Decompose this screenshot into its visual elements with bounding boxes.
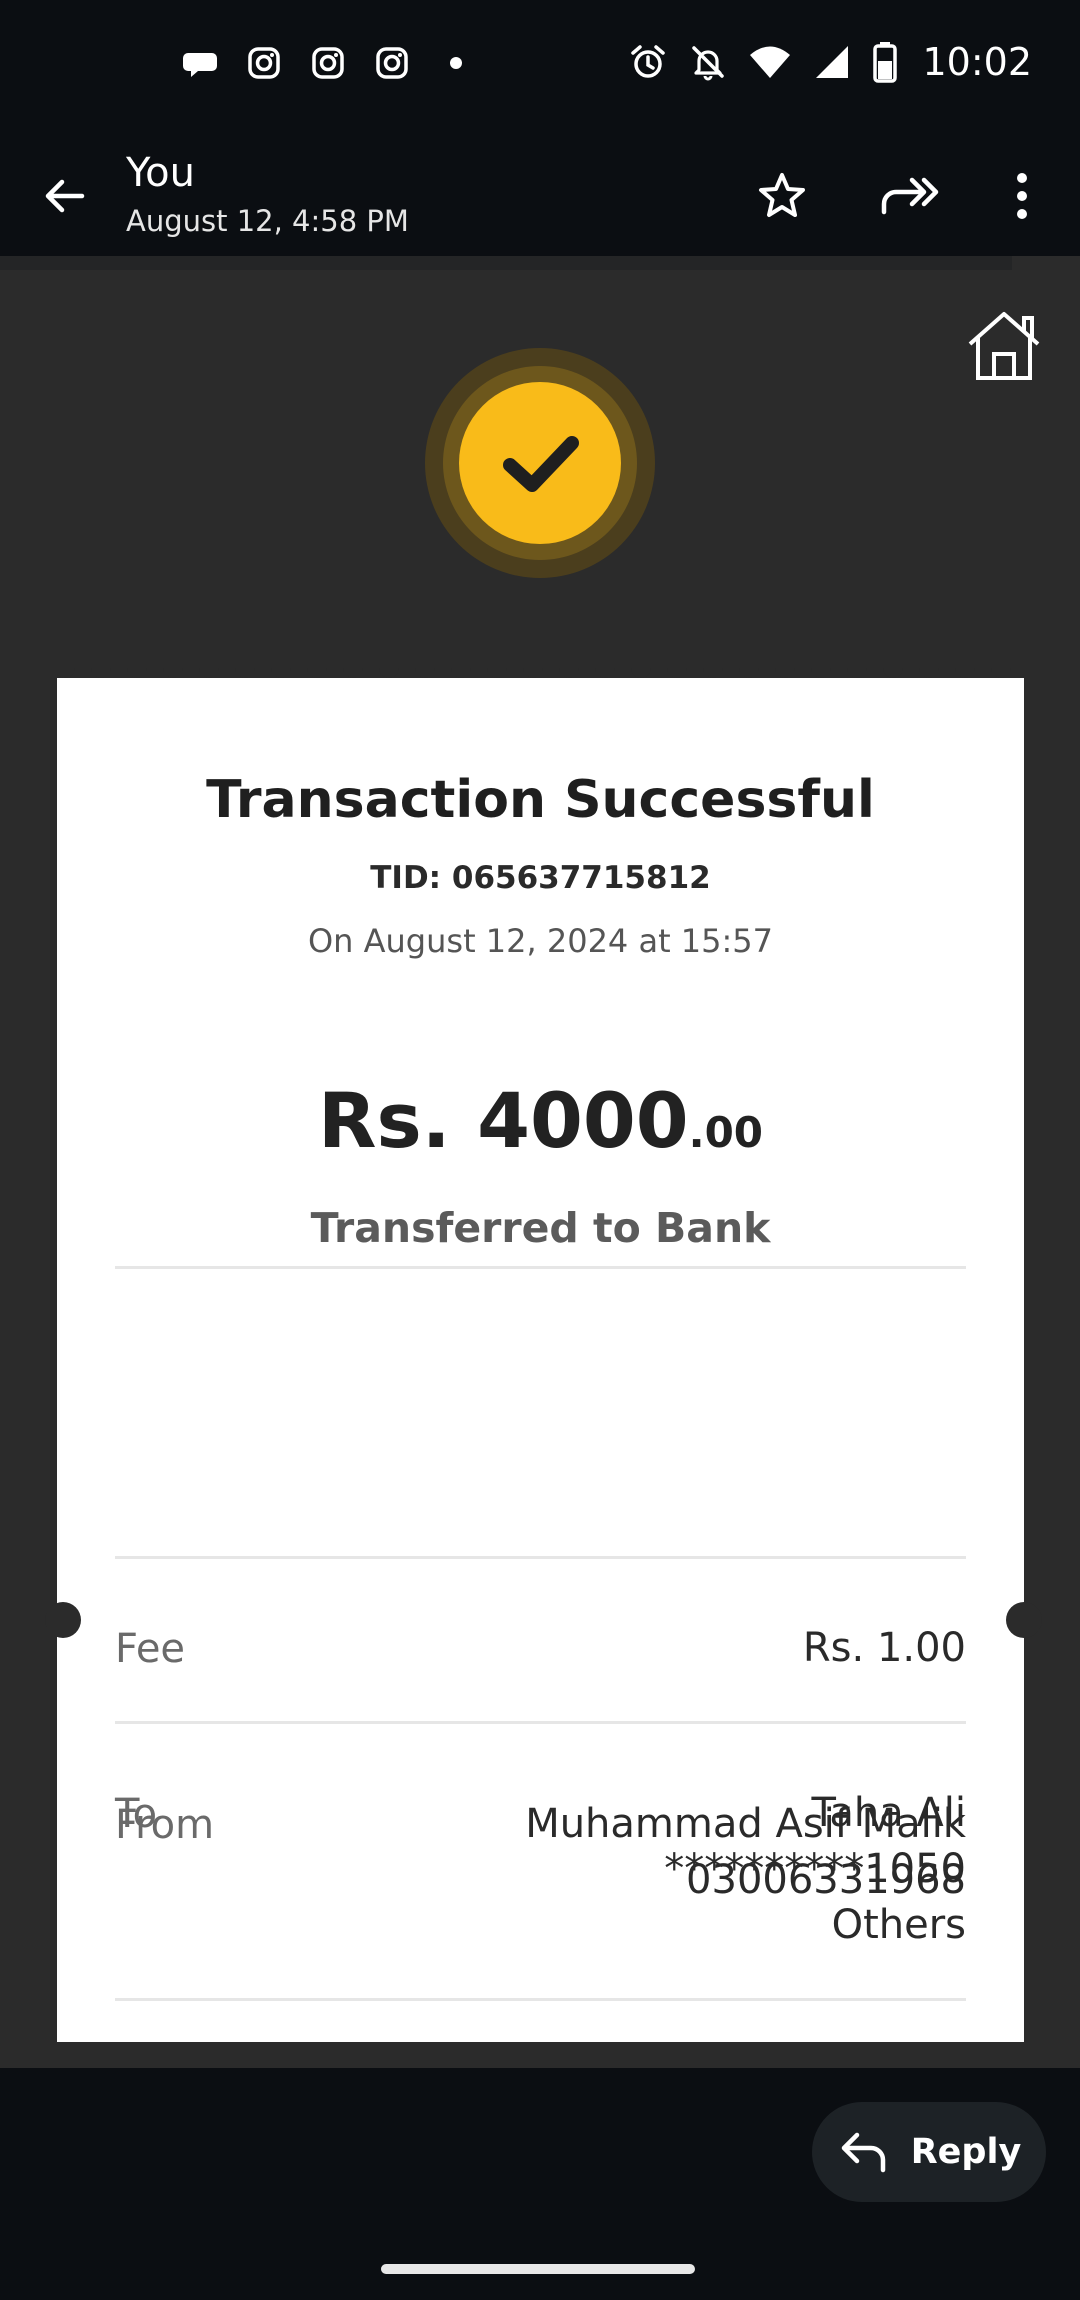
- divider: [115, 1998, 966, 2001]
- instagram-icon: [376, 47, 408, 79]
- instagram-icon: [248, 47, 280, 79]
- battery-icon: [873, 42, 898, 83]
- divider: [115, 1721, 966, 1724]
- receipt-scalloped-edge: [57, 668, 1011, 678]
- signal-icon: [816, 46, 849, 78]
- divider: [115, 1556, 966, 1559]
- back-button[interactable]: [28, 160, 100, 232]
- alarm-icon: [631, 45, 666, 78]
- receipt-title: Transaction Successful: [206, 770, 875, 830]
- fee-label: Fee: [115, 1626, 186, 1672]
- back-arrow-icon: [45, 179, 85, 213]
- image-top-strip: [0, 256, 1012, 270]
- check-icon: [503, 436, 579, 492]
- system-status-icons: 10:02: [628, 34, 1032, 90]
- notification-icons: [180, 38, 462, 88]
- forward-icon: [881, 177, 939, 215]
- transaction-id: TID: 065637715812: [370, 860, 711, 896]
- forward-button[interactable]: [872, 158, 948, 234]
- wifi-icon: [750, 46, 791, 78]
- dot-icon: [450, 57, 462, 69]
- home-icon: [968, 312, 1040, 380]
- message-date: August 12, 4:58 PM: [126, 204, 409, 238]
- divider: [115, 1266, 966, 1269]
- amount-cents: .00: [688, 1108, 764, 1157]
- status-bar: 10:02: [0, 0, 1080, 120]
- sender-name: You: [126, 150, 195, 196]
- sender-phone: 03006331968: [686, 1857, 966, 1903]
- star-icon: [759, 173, 805, 217]
- amount-main: Rs. 4000: [317, 1076, 689, 1165]
- from-label: From: [115, 1802, 215, 1848]
- receipt-notch-left: [45, 1602, 81, 1638]
- star-button[interactable]: [744, 158, 820, 234]
- reply-label: Reply: [910, 2132, 1022, 2172]
- more-options-button[interactable]: [984, 158, 1060, 234]
- gesture-nav-handle[interactable]: [381, 2264, 695, 2274]
- transaction-datetime: On August 12, 2024 at 15:57: [307, 922, 773, 960]
- from-section: From Muhammad Asif Malik 03006331968: [57, 1780, 1024, 1940]
- reply-button[interactable]: Reply: [812, 2102, 1046, 2202]
- instagram-icon: [312, 47, 344, 79]
- receipt-notch-right: [1006, 1602, 1042, 1638]
- transfer-type: Transferred to Bank: [310, 1204, 771, 1252]
- chat-bubble-icon: [183, 53, 217, 77]
- fee-value: Rs. 1.00: [802, 1625, 966, 1671]
- bottom-action-bar: Reply: [0, 2068, 1080, 2300]
- transaction-amount: Rs. 4000.00: [57, 1076, 1024, 1165]
- sender-details: Muhammad Asif Malik 03006331968: [525, 1796, 966, 1908]
- reply-icon: [841, 2132, 885, 2173]
- sender-full-name: Muhammad Asif Malik: [525, 1801, 966, 1847]
- more-vert-icon: [1017, 173, 1027, 219]
- success-check-badge: [459, 382, 621, 544]
- notifications-off-icon: [692, 46, 725, 81]
- status-time: 10:02: [922, 40, 1032, 84]
- message-header: You August 12, 4:58 PM: [0, 120, 1080, 256]
